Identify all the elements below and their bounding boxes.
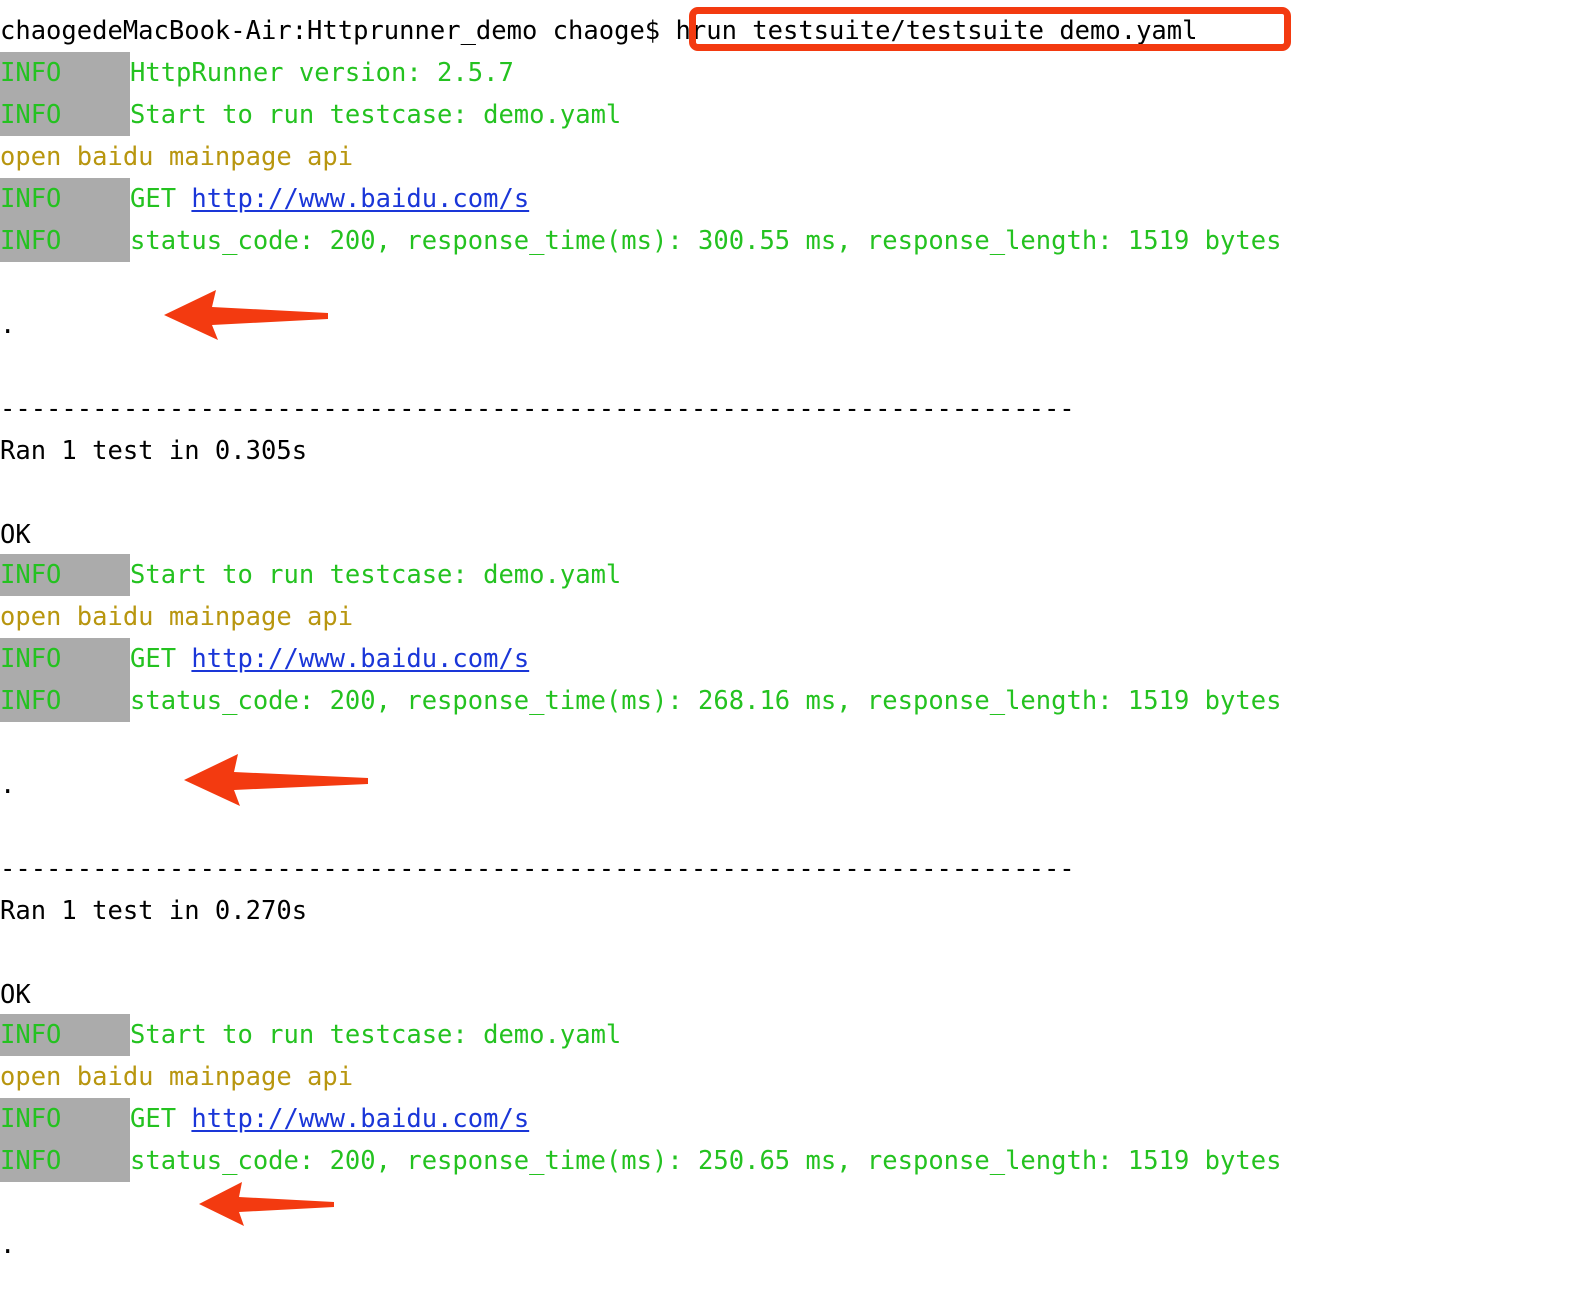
info-badge: INFO	[0, 1140, 130, 1182]
info-badge: INFO	[0, 1098, 130, 1140]
http-method: GET	[130, 184, 192, 214]
result-ok-1: OK	[0, 514, 31, 556]
terminal-output[interactable]: chaogedeMacBook-Air:Httprunner_demo chao…	[0, 0, 1574, 1294]
log-message: status_code: 200, response_time(ms): 250…	[130, 1146, 1282, 1176]
info-badge: INFO	[0, 638, 130, 680]
annotation-arrow-3	[196, 1180, 336, 1226]
typed-command[interactable]: hrun testsuite/testsuite_demo.yaml	[676, 16, 1198, 46]
result-text: OK	[0, 520, 31, 550]
log-line-start-1: INFO Start to run testcase: demo.yaml	[0, 94, 621, 136]
test-progress-dot-1: .	[0, 304, 15, 346]
request-url-link[interactable]: http://www.baidu.com/s	[191, 644, 529, 674]
info-badge: INFO	[0, 178, 130, 220]
dot-marker: .	[0, 770, 16, 800]
annotation-arrow-2	[180, 752, 370, 806]
ran-summary-1: Ran 1 test in 0.305s	[0, 430, 307, 472]
request-url-link[interactable]: http://www.baidu.com/s	[191, 184, 529, 214]
info-badge: INFO	[0, 680, 130, 722]
result-text: OK	[0, 980, 31, 1010]
dot-marker: .	[0, 1230, 16, 1260]
dot-marker: .	[0, 310, 16, 340]
info-badge: INFO	[0, 94, 130, 136]
separator-line-1: ----------------------------------------…	[0, 388, 1075, 430]
log-message: Start to run testcase: demo.yaml	[130, 1020, 622, 1050]
log-line-start-2: INFO Start to run testcase: demo.yaml	[0, 554, 621, 596]
log-message: status_code: 200, response_time(ms): 268…	[130, 686, 1282, 716]
http-method: GET	[130, 644, 192, 674]
separator: ----------------------------------------…	[0, 854, 1075, 884]
log-message: HttpRunner version: 2.5.7	[130, 58, 514, 88]
log-message: Start to run testcase: demo.yaml	[130, 100, 622, 130]
info-badge: INFO	[0, 1014, 130, 1056]
result-ok-2: OK	[0, 974, 31, 1016]
request-url-link[interactable]: http://www.baidu.com/s	[191, 1104, 529, 1134]
http-method: GET	[130, 1104, 192, 1134]
api-name: open baidu mainpage api	[0, 602, 354, 632]
ran-text: Ran 1 test in 0.305s	[0, 436, 308, 466]
log-line-status-1: INFO status_code: 200, response_time(ms):…	[0, 220, 1281, 262]
separator: ----------------------------------------…	[0, 394, 1075, 424]
api-name: open baidu mainpage api	[0, 142, 354, 172]
log-line-request-3: INFO GET http://www.baidu.com/s	[0, 1098, 529, 1140]
api-name-line-2: open baidu mainpage api	[0, 596, 353, 638]
log-line-request-2: INFO GET http://www.baidu.com/s	[0, 638, 529, 680]
info-badge: INFO	[0, 554, 130, 596]
log-line-start-3: INFO Start to run testcase: demo.yaml	[0, 1014, 621, 1056]
log-message: status_code: 200, response_time(ms): 300…	[130, 226, 1282, 256]
test-progress-dot-2: .	[0, 764, 15, 806]
log-line-request-1: INFO GET http://www.baidu.com/s	[0, 178, 529, 220]
api-name-line-3: open baidu mainpage api	[0, 1056, 353, 1098]
log-line-status-3: INFO status_code: 200, response_time(ms):…	[0, 1140, 1281, 1182]
log-line-status-2: INFO status_code: 200, response_time(ms):…	[0, 680, 1281, 722]
prompt-line: chaogedeMacBook-Air:Httprunner_demo chao…	[0, 10, 1198, 52]
info-badge: INFO	[0, 220, 130, 262]
api-name: open baidu mainpage api	[0, 1062, 354, 1092]
info-badge: INFO	[0, 52, 130, 94]
shell-prompt: chaogedeMacBook-Air:Httprunner_demo chao…	[0, 16, 661, 46]
ran-text: Ran 1 test in 0.270s	[0, 896, 308, 926]
ran-summary-2: Ran 1 test in 0.270s	[0, 890, 307, 932]
test-progress-dot-3: .	[0, 1224, 15, 1266]
log-line-version: INFO HttpRunner version: 2.5.7	[0, 52, 514, 94]
annotation-arrow-1	[160, 288, 330, 340]
log-message: Start to run testcase: demo.yaml	[130, 560, 622, 590]
api-name-line-1: open baidu mainpage api	[0, 136, 353, 178]
separator-line-2: ----------------------------------------…	[0, 848, 1075, 890]
